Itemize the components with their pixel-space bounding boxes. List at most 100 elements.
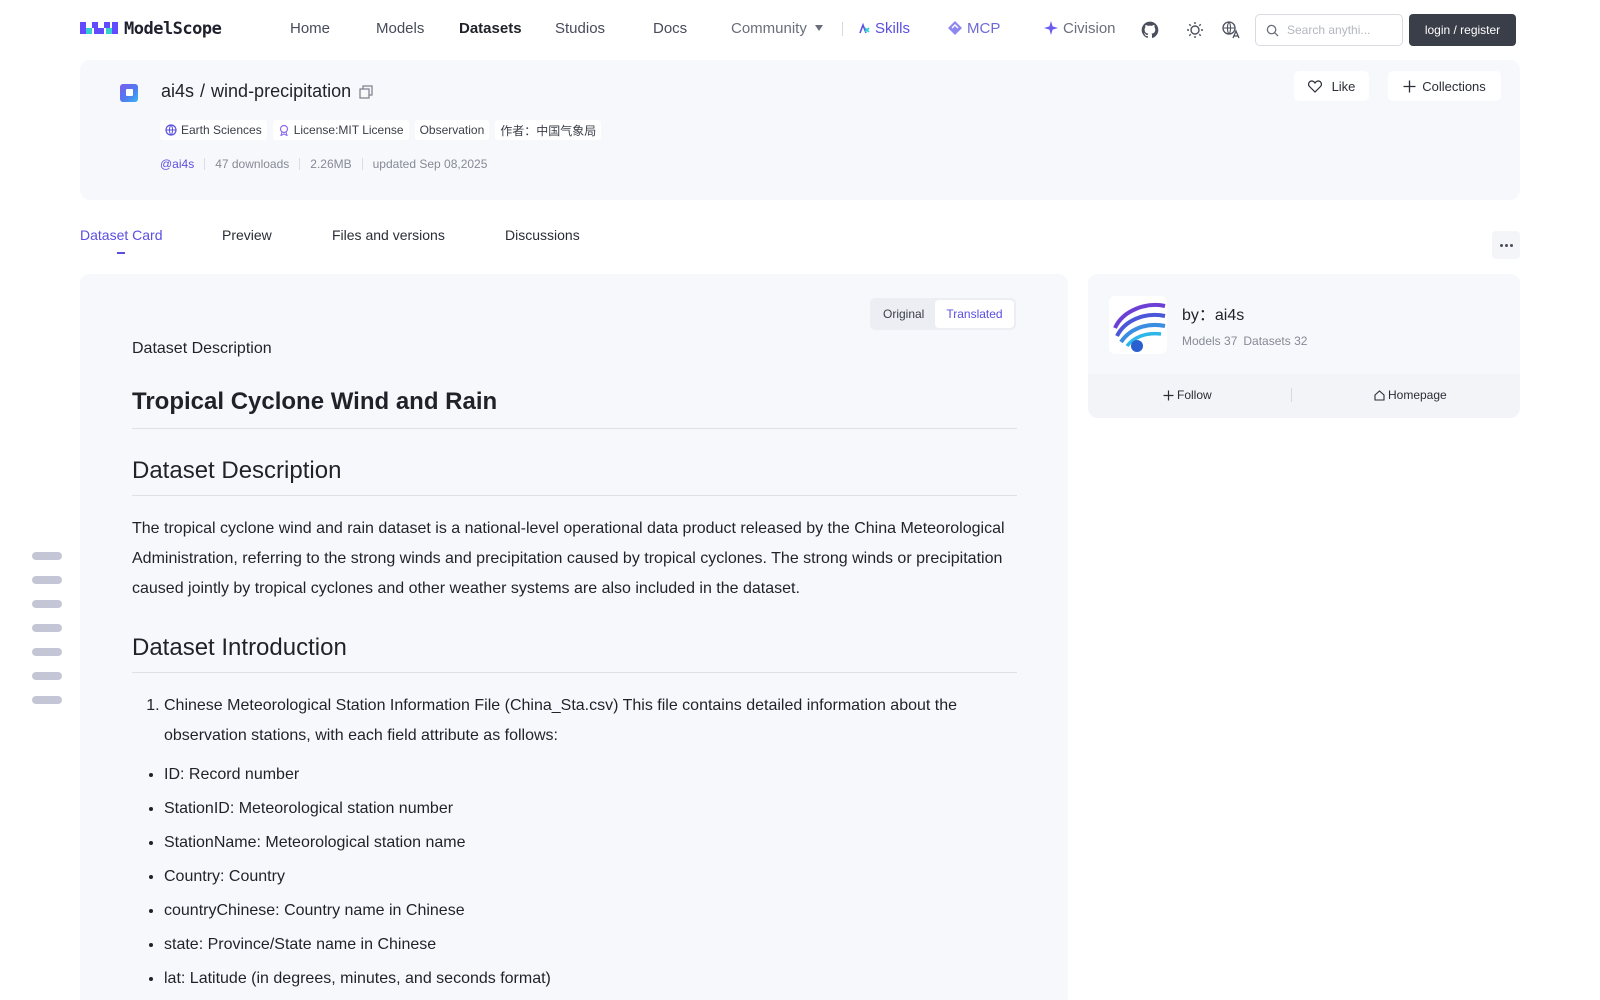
heart-icon	[1307, 79, 1322, 93]
section-heading: Dataset Introduction	[132, 634, 1017, 673]
follow-label: Follow	[1177, 388, 1212, 402]
mcp-icon	[948, 21, 962, 35]
dataset-avatar-icon	[120, 84, 138, 102]
collections-button[interactable]: Collections	[1388, 71, 1501, 101]
toc-item[interactable]	[32, 696, 62, 704]
list-item: lat: Latitude (in degrees, minutes, and …	[164, 969, 1017, 989]
updated-date: updated Sep 08,2025	[372, 157, 488, 171]
meta-divider	[299, 158, 301, 170]
nav-civision-label: Civision	[1063, 20, 1116, 37]
nav-datasets[interactable]: Datasets	[459, 20, 522, 37]
homepage-button[interactable]: Homepage	[1374, 388, 1447, 402]
author-name[interactable]: by：ai4s	[1182, 301, 1244, 325]
tab-files-and-versions[interactable]: Files and versions	[332, 227, 445, 243]
globe-icon	[165, 124, 177, 136]
section-heading: Dataset Description	[132, 457, 1017, 496]
nav-community-label: Community	[731, 20, 807, 37]
nav-mcp[interactable]: MCP	[947, 20, 1000, 37]
readme-document: Dataset Description Tropical Cyclone Win…	[132, 340, 1017, 1000]
toc-item[interactable]	[32, 552, 62, 560]
like-label: Like	[1331, 78, 1356, 94]
nav-skills-label: Skills	[875, 20, 911, 37]
tag-observation[interactable]: Observation	[414, 120, 490, 140]
author-stats: Models 37 Datasets 32	[1182, 334, 1313, 348]
tag-license[interactable]: License:MIT License	[272, 120, 409, 140]
github-icon[interactable]	[1140, 20, 1160, 40]
copy-icon[interactable]	[359, 84, 373, 99]
toc-outline	[32, 552, 62, 720]
dataset-meta: @ai4s 47 downloads 2.26MB updated Sep 08…	[160, 157, 487, 171]
nav-home[interactable]: Home	[290, 20, 330, 37]
download-count: 47 downloads	[215, 157, 290, 171]
tab-preview[interactable]: Preview	[222, 227, 272, 243]
toc-item[interactable]	[32, 672, 62, 680]
nav-models[interactable]: Models	[376, 20, 424, 37]
translated-option[interactable]: Translated	[935, 300, 1014, 328]
sparkle-icon	[1044, 21, 1058, 35]
dataset-owner[interactable]: ai4s	[161, 81, 194, 102]
original-option[interactable]: Original	[872, 300, 935, 328]
home-icon	[1374, 389, 1385, 401]
top-navbar: ModelScope Home Models Datasets Studios …	[0, 0, 1600, 58]
title-separator: /	[200, 81, 206, 101]
nav-divider	[842, 22, 843, 36]
tag-author[interactable]: 作者：中国气象局	[495, 120, 602, 140]
dataset-name: wind-precipitation	[211, 81, 352, 101]
nav-mcp-label: MCP	[967, 20, 1001, 37]
author-avatar[interactable]	[1109, 296, 1167, 354]
author-dataset-count[interactable]: Datasets 32	[1243, 334, 1307, 348]
more-dot	[1504, 243, 1508, 247]
modelscope-logo[interactable]: ModelScope	[80, 18, 222, 40]
theme-toggle-icon[interactable]	[1185, 20, 1205, 40]
doc-title: Tropical Cyclone Wind and Rain	[132, 388, 1017, 429]
ai4s-logo-icon	[1113, 303, 1166, 352]
field-list: ID: Record number StationID: Meteorologi…	[164, 765, 1017, 989]
author-model-count[interactable]: Models 37	[1182, 334, 1237, 348]
toc-item[interactable]	[32, 624, 62, 632]
tag-domain[interactable]: Earth Sciences	[160, 120, 267, 140]
list-item: state: Province/State name in Chinese	[164, 935, 1017, 955]
list-item: StationName: Meteorological station name	[164, 833, 1017, 853]
dataset-title: ai4s / wind-precipitation	[161, 81, 373, 102]
meta-divider	[204, 158, 206, 170]
language-toggle: Original Translated	[870, 298, 1016, 330]
author-button-divider	[1291, 388, 1292, 402]
meta-divider	[361, 158, 363, 170]
brand-name: ModelScope	[124, 19, 222, 39]
tag-domain-label: Earth Sciences	[181, 123, 262, 137]
doc-pre-title: Dataset Description	[132, 340, 272, 357]
nav-skills[interactable]: Skills	[857, 20, 910, 37]
more-options-button[interactable]	[1492, 231, 1520, 259]
nav-studios[interactable]: Studios	[555, 20, 605, 37]
list-item: Country: Country	[164, 867, 1017, 887]
author-link[interactable]: @ai4s	[160, 157, 194, 171]
license-badge-icon	[279, 124, 288, 136]
tab-dataset-card[interactable]: Dataset Card	[80, 227, 162, 243]
more-dot	[1499, 243, 1503, 247]
search-input[interactable]	[1287, 23, 1397, 37]
nav-civision[interactable]: Civision	[1043, 20, 1116, 37]
toc-item[interactable]	[32, 576, 62, 584]
nav-community[interactable]: Community	[731, 20, 823, 37]
collections-label: Collections	[1422, 78, 1486, 94]
follow-button[interactable]: Follow	[1163, 388, 1212, 402]
modelscope-logo-icon	[80, 22, 118, 34]
list-item: ID: Record number	[164, 765, 1017, 785]
search-field[interactable]	[1255, 14, 1403, 46]
list-item: StationID: Meteorological station number	[164, 799, 1017, 819]
tag-license-label: License:MIT License	[293, 123, 404, 137]
chevron-down-icon	[814, 25, 823, 31]
dataset-size: 2.26MB	[310, 157, 352, 171]
nav-docs[interactable]: Docs	[653, 20, 687, 37]
login-register-button[interactable]: login / register	[1409, 14, 1516, 46]
toc-item[interactable]	[32, 648, 62, 656]
plus-icon	[1163, 390, 1174, 400]
active-tab-indicator	[117, 252, 125, 254]
language-icon[interactable]	[1221, 20, 1241, 40]
like-button[interactable]: Like	[1294, 71, 1369, 101]
toc-item[interactable]	[32, 600, 62, 608]
search-icon	[1266, 24, 1279, 37]
list-item: countryChinese: Country name in Chinese	[164, 901, 1017, 921]
tab-discussions[interactable]: Discussions	[505, 227, 580, 243]
skills-icon	[859, 22, 870, 34]
